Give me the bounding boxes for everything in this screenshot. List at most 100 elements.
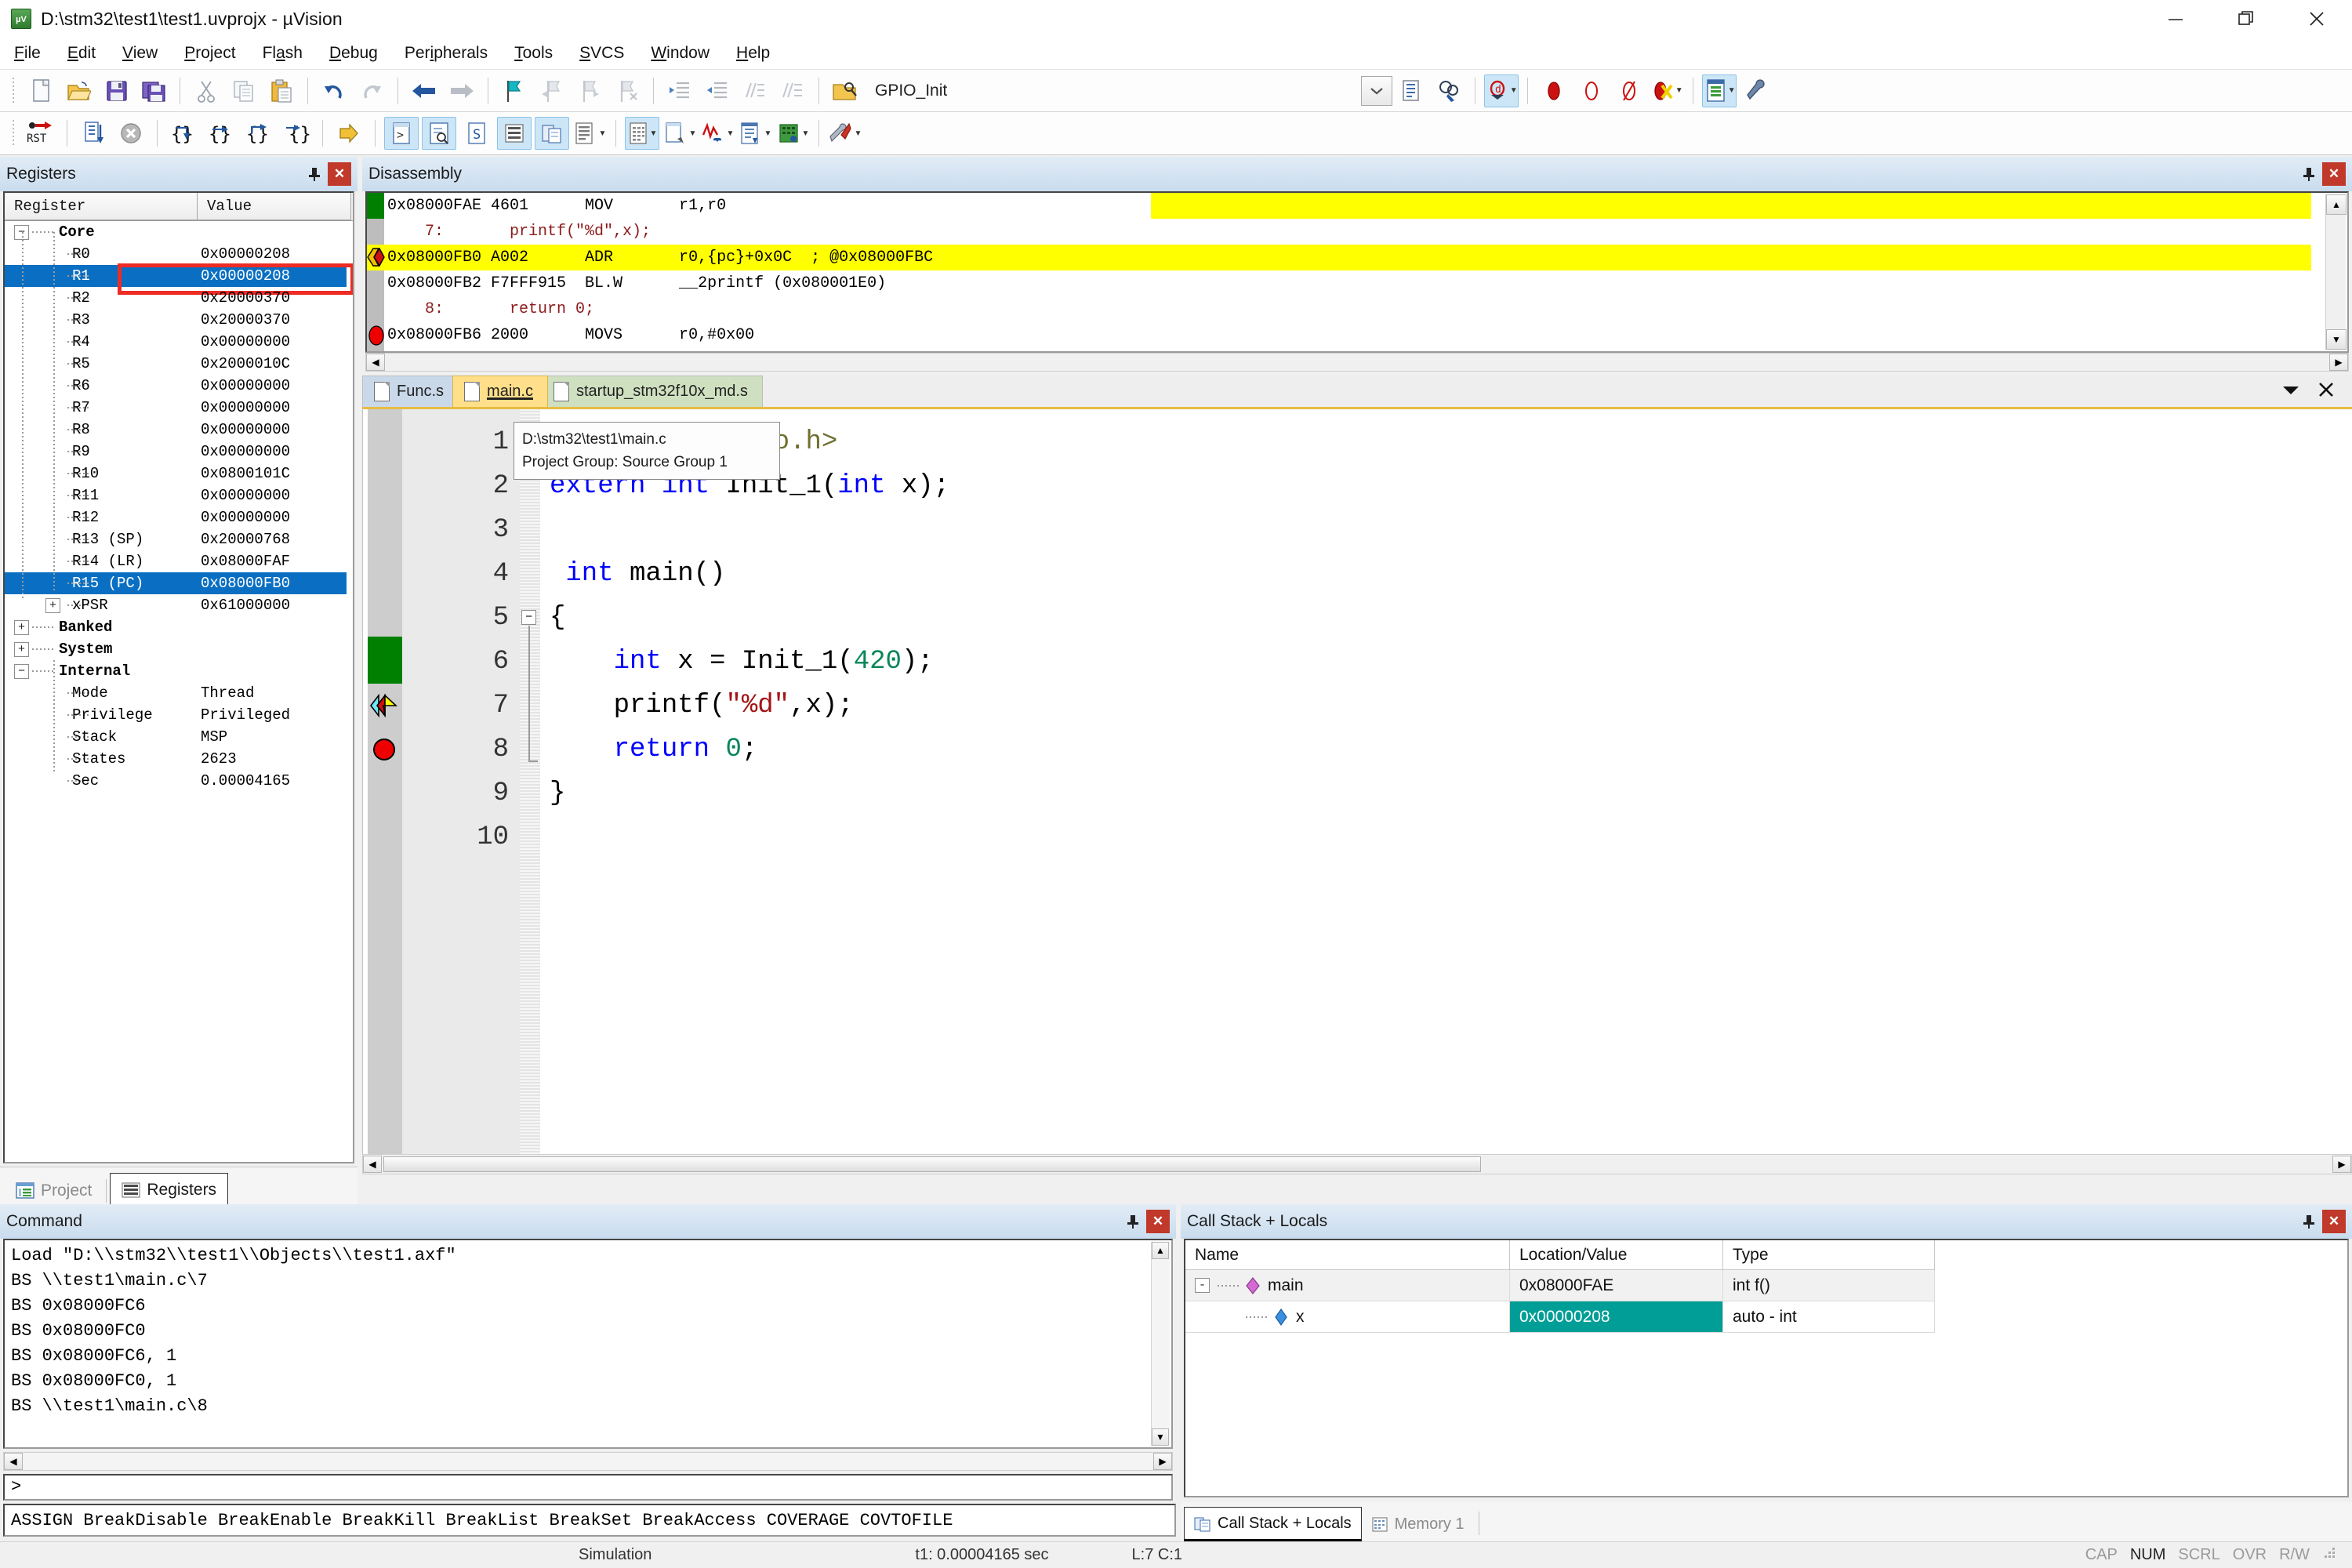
register-row[interactable]: R12 0x00000000: [5, 506, 350, 528]
register-row[interactable]: R11 0x00000000: [5, 485, 350, 506]
register-row[interactable]: R3 0x20000370: [5, 309, 350, 331]
scroll-left-arrow[interactable]: ◀: [363, 1156, 382, 1173]
new-file-icon[interactable]: [24, 74, 58, 107]
code-line[interactable]: printf("%d",x);: [550, 684, 854, 728]
disable-all-breakpoints-icon[interactable]: [1612, 74, 1646, 107]
column-header-name[interactable]: Name: [1185, 1240, 1510, 1270]
code-editor[interactable]: 1#include <stdio.h>2extern int Init_1(in…: [362, 409, 2352, 1154]
chevron-down-icon[interactable]: ▼: [650, 129, 658, 138]
chevron-down-icon[interactable]: ▼: [764, 129, 772, 138]
resize-grip[interactable]: [2324, 1547, 2336, 1563]
register-row[interactable]: R5 0x2000010C: [5, 353, 350, 375]
disassembly-horizontal-scrollbar[interactable]: ◀ ▶: [365, 353, 2349, 372]
undo-icon[interactable]: [317, 74, 351, 107]
navigate-back-icon[interactable]: [407, 74, 441, 107]
stop-icon[interactable]: [114, 117, 148, 150]
call-stack-window-icon[interactable]: [535, 117, 569, 150]
navigate-forward-icon[interactable]: [445, 74, 479, 107]
register-row[interactable]: R10 0x0800101C: [5, 463, 350, 485]
column-header-location[interactable]: Location/Value: [1510, 1240, 1723, 1270]
scroll-right-arrow[interactable]: ▶: [2332, 1156, 2351, 1173]
register-row[interactable]: Stack MSP: [5, 726, 350, 748]
register-row[interactable]: R13 (SP) 0x20000768: [5, 528, 350, 550]
close-icon[interactable]: ✕: [2322, 162, 2346, 186]
register-group-banked[interactable]: + Banked: [5, 616, 350, 638]
disassembly-line[interactable]: 0x08000FB2 F7FFF915 BL.W __2printf (0x08…: [367, 270, 2311, 296]
text-browse-icon[interactable]: [1394, 74, 1428, 107]
chevron-down-icon[interactable]: ▼: [1728, 86, 1736, 95]
column-header-type[interactable]: Type: [1723, 1240, 1935, 1270]
tree-expander[interactable]: -: [1195, 1278, 1210, 1293]
system-viewer-icon[interactable]: ▼: [775, 117, 810, 150]
disassembly-line[interactable]: 0x08000FB0 A002 ADR r0,{pc}+0x0C ; @0x08…: [367, 245, 2311, 270]
save-icon[interactable]: [99, 74, 133, 107]
scroll-right-arrow[interactable]: ▶: [1153, 1453, 1172, 1470]
toolbar-grip[interactable]: [9, 120, 17, 147]
menu-tools[interactable]: Tools: [514, 44, 553, 63]
menu-file[interactable]: File: [14, 44, 41, 63]
code-line[interactable]: {: [550, 596, 565, 640]
pin-icon[interactable]: [1123, 1210, 1143, 1233]
register-group-internal[interactable]: − Internal: [5, 660, 350, 682]
tree-expander[interactable]: +: [45, 597, 60, 613]
register-row[interactable]: States 2623: [5, 748, 350, 770]
call-stack-location-cell[interactable]: 0x08000FAE: [1510, 1270, 1723, 1301]
register-row[interactable]: R4 0x00000000: [5, 331, 350, 353]
save-all-icon[interactable]: [136, 74, 171, 107]
function-combo-value[interactable]: GPIO_Init: [875, 82, 947, 100]
scroll-left-arrow[interactable]: ◀: [4, 1453, 23, 1470]
chevron-down-icon[interactable]: ▼: [727, 129, 735, 138]
column-header-register[interactable]: Register: [5, 193, 198, 220]
register-row[interactable]: R8 0x00000000: [5, 419, 350, 441]
bookmark-next-icon[interactable]: [572, 74, 607, 107]
scroll-left-arrow[interactable]: ◀: [366, 354, 385, 371]
copy-icon[interactable]: [227, 74, 261, 107]
comment-icon[interactable]: [738, 74, 772, 107]
scroll-right-arrow[interactable]: ▶: [2329, 354, 2348, 371]
run-to-cursor-icon[interactable]: {}: [279, 117, 314, 150]
bookmark-clear-icon[interactable]: [610, 74, 644, 107]
close-button[interactable]: [2281, 0, 2352, 38]
close-icon[interactable]: ✕: [1146, 1210, 1170, 1233]
outdent-icon[interactable]: [700, 74, 735, 107]
call-stack-name-cell[interactable]: - main: [1185, 1270, 1510, 1301]
register-row[interactable]: R1 0x00000208: [5, 263, 353, 295]
register-row[interactable]: R7 0x00000000: [5, 397, 350, 419]
disable-breakpoint-icon[interactable]: [1574, 74, 1609, 107]
menu-help[interactable]: Help: [736, 44, 770, 63]
breakpoint-icon[interactable]: [368, 325, 385, 350]
maximize-button[interactable]: [2211, 0, 2281, 38]
serial-window-icon[interactable]: ▼: [662, 117, 697, 150]
menu-view[interactable]: View: [122, 44, 158, 63]
column-header-value[interactable]: Value: [198, 193, 351, 220]
chevron-down-icon[interactable]: ▼: [855, 129, 862, 138]
register-row[interactable]: R15 (PC) 0x08000FB0: [5, 572, 347, 594]
table-row[interactable]: x 0x00000208 auto - int: [1185, 1301, 2347, 1333]
pin-icon[interactable]: [304, 162, 325, 186]
register-row[interactable]: R14 (LR) 0x08000FAF: [5, 550, 350, 572]
editor-breakpoint-gutter[interactable]: [368, 409, 402, 1154]
register-row[interactable]: Sec 0.00004165: [5, 770, 350, 792]
code-line[interactable]: int main(): [550, 552, 725, 596]
minimize-button[interactable]: [2140, 0, 2211, 38]
open-file-icon[interactable]: [61, 74, 96, 107]
debug-session-icon[interactable]: d ▼: [1484, 74, 1519, 107]
command-input[interactable]: >: [3, 1474, 1173, 1501]
tab-memory-1[interactable]: Memory 1: [1362, 1507, 1474, 1541]
reset-cpu-icon[interactable]: RST: [24, 117, 58, 150]
tab-func-s[interactable]: Func.s: [362, 376, 459, 407]
close-icon[interactable]: ✕: [2322, 1210, 2346, 1233]
editor-fold-column[interactable]: [520, 409, 540, 1154]
step-over-icon[interactable]: {}: [204, 117, 238, 150]
configure-target-icon[interactable]: [1740, 74, 1774, 107]
register-row[interactable]: R9 0x00000000: [5, 441, 350, 463]
tab-main-c[interactable]: main.c: [452, 376, 548, 407]
analysis-window-icon[interactable]: ▼: [700, 117, 735, 150]
menu-project[interactable]: Project: [184, 44, 235, 63]
manage-components-icon[interactable]: ▼: [1702, 74, 1737, 107]
indent-icon[interactable]: [662, 74, 697, 107]
registers-window-icon[interactable]: [497, 117, 532, 150]
call-stack-location-cell[interactable]: 0x00000208: [1510, 1301, 1723, 1333]
toolbox-icon[interactable]: ▼: [828, 117, 862, 150]
cut-icon[interactable]: [189, 74, 223, 107]
